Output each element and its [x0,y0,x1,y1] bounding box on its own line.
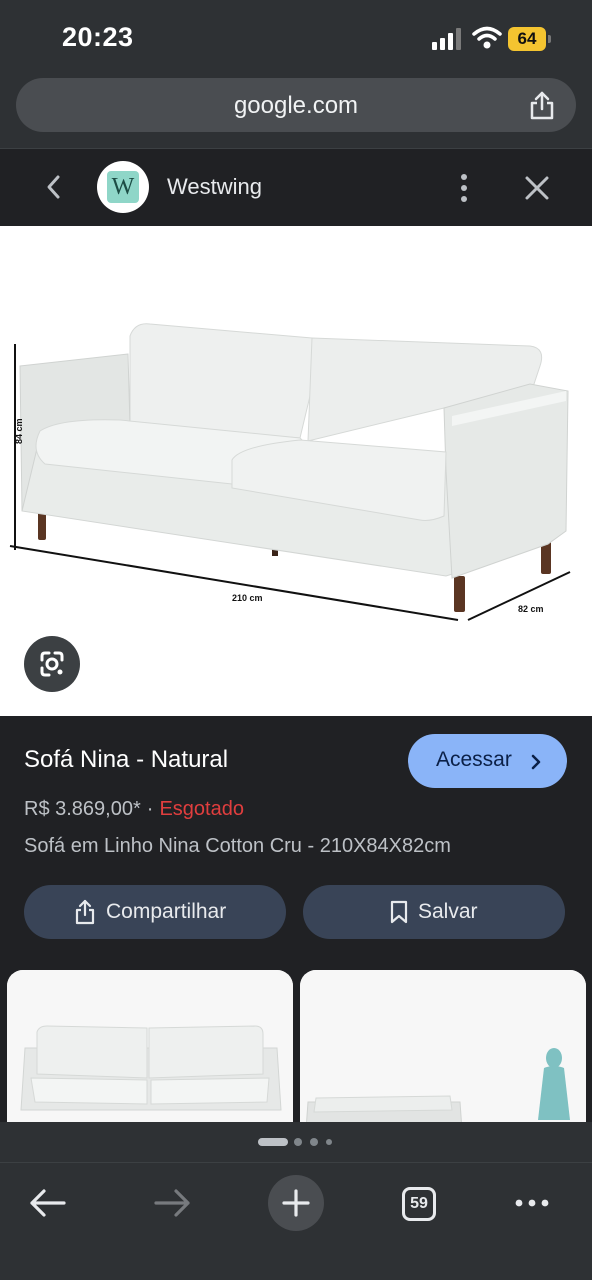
stock-status: Esgotado [159,798,244,820]
bottom-toolbar: 59 [0,1162,592,1280]
battery-icon: 64 [508,27,552,51]
related-image-card[interactable] [300,970,586,1122]
height-dimension-label: 84 cm [14,418,24,444]
product-image[interactable]: 84 cm 210 cm 82 cm [0,226,592,716]
page-dot [326,1139,332,1145]
page-dot [294,1138,302,1146]
product-info-panel: Sofá Nina - Natural Acessar R$ 3.869,00*… [0,716,592,964]
address-bar-area: google.com [0,76,592,148]
share-button[interactable]: Compartilhar [24,885,286,939]
google-lens-button[interactable] [24,636,80,692]
page-dot [310,1138,318,1146]
page-indicator [0,1122,592,1162]
related-sofa-image [7,970,293,1122]
back-chevron-icon[interactable] [44,173,64,201]
price-separator: · [146,798,154,820]
site-header: W Westwing [0,148,592,226]
cellular-signal-icon [432,28,461,50]
site-logo-letter: W [107,171,139,203]
arrow-left-icon [30,1189,66,1217]
price-row: R$ 3.869,00* · Esgotado [24,798,244,821]
chevron-right-icon [531,754,541,770]
url-text: google.com [233,92,359,119]
share-icon [75,899,95,925]
bookmark-icon [390,900,408,924]
related-images [0,964,592,1122]
clock: 20:23 [62,22,134,52]
share-button-label: Compartilhar [106,900,227,923]
arrow-right-icon [154,1189,190,1217]
site-name[interactable]: Westwing [167,174,262,200]
visit-button-label: Acessar [436,748,512,771]
related-image-card[interactable] [7,970,293,1122]
menu-button[interactable] [504,1175,560,1231]
wifi-icon [472,26,502,49]
save-button[interactable]: Salvar [303,885,565,939]
tab-count: 59 [402,1187,436,1221]
width-dimension-label: 210 cm [232,593,263,603]
save-button-label: Salvar [418,900,478,923]
forward-button[interactable] [144,1175,200,1231]
share-icon[interactable] [528,90,556,120]
battery-level: 64 [517,29,537,48]
related-sofa-scale-image [300,970,586,1122]
more-options-icon[interactable] [454,173,474,203]
depth-dimension-label: 82 cm [518,604,544,614]
product-title: Sofá Nina - Natural [24,746,229,773]
tab-switcher-button[interactable]: 59 [390,1175,446,1231]
close-icon[interactable] [524,175,550,201]
visit-button[interactable]: Acessar [408,734,567,788]
price: R$ 3.869,00* [24,798,141,820]
status-bar: 20:23 64 [0,0,592,76]
back-button[interactable] [20,1175,76,1231]
site-logo: W [97,161,149,213]
page-dot-active [258,1138,288,1146]
new-tab-button[interactable] [268,1175,324,1231]
more-horizontal-icon [515,1199,549,1207]
sofa-illustration: 84 cm 210 cm 82 cm [9,323,571,621]
product-description: Sofá em Linho Nina Cotton Cru - 210X84X8… [24,835,451,857]
address-bar[interactable]: google.com [16,78,576,132]
plus-icon [282,1189,310,1217]
lens-icon [40,651,64,677]
